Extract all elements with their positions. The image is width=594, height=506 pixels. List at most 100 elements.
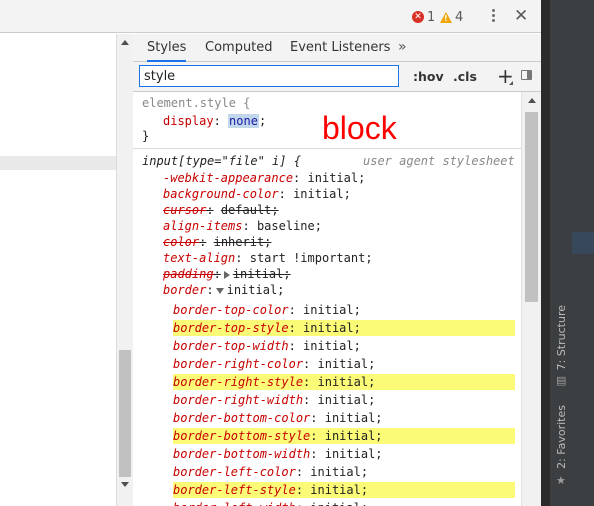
selected-node-row[interactable] xyxy=(0,156,116,170)
longhand-row[interactable]: border-left-style: initial; xyxy=(173,482,515,498)
property-value[interactable]: initial; xyxy=(310,501,368,506)
longhand-row[interactable]: border-top-width: initial; xyxy=(173,338,361,354)
more-options-icon[interactable] xyxy=(486,7,500,27)
longhand-row[interactable]: border-right-style: initial; xyxy=(173,374,515,390)
property-name[interactable]: border-left-width xyxy=(173,501,296,506)
toggle-sidebar-icon[interactable] xyxy=(521,70,532,80)
property-name[interactable]: border-right-color xyxy=(173,357,303,371)
devtools-toolbar: ✕ 1 ! 4 ✕ xyxy=(0,0,541,33)
declaration-row[interactable]: text-align: start !important; xyxy=(163,250,373,266)
scrollbar-thumb[interactable] xyxy=(525,112,538,302)
warning-icon: ! xyxy=(440,11,452,23)
property-value[interactable]: default; xyxy=(221,203,279,217)
property-value[interactable]: initial; xyxy=(303,321,361,335)
property-value[interactable]: initial; xyxy=(310,483,368,497)
declaration-row[interactable]: color: inherit; xyxy=(163,234,271,250)
annotation-text: block xyxy=(322,110,397,146)
styles-scrollbar[interactable] xyxy=(521,92,541,506)
property-name[interactable]: border-top-color xyxy=(173,303,289,317)
rule-source-link[interactable]: user agent stylesheet xyxy=(363,153,515,169)
property-name[interactable]: border-top-width xyxy=(173,339,289,353)
styles-filter-bar: :hov .cls + xyxy=(133,62,541,92)
property-value[interactable]: initial; xyxy=(308,171,366,185)
expand-icon[interactable] xyxy=(223,270,230,279)
property-value[interactable]: initial; xyxy=(318,375,376,389)
element-style-close: } xyxy=(142,129,150,143)
property-value[interactable]: initial; xyxy=(303,303,361,317)
declaration-row[interactable]: -webkit-appearance: initial; xyxy=(163,170,365,186)
element-style-declaration[interactable]: display: none; xyxy=(163,113,266,129)
property-value[interactable]: initial; xyxy=(293,187,351,201)
scrollbar-thumb[interactable] xyxy=(119,350,131,477)
declaration-row[interactable]: cursor: default; xyxy=(163,202,279,218)
property-value[interactable]: initial; xyxy=(318,357,376,371)
property-name[interactable]: border-bottom-color xyxy=(173,411,310,425)
favorites-tool-button[interactable]: 2: Favorites xyxy=(555,405,568,469)
property-value[interactable]: inherit; xyxy=(214,235,272,249)
property-value[interactable]: start !important; xyxy=(250,251,373,265)
property-name[interactable]: display xyxy=(163,114,214,128)
property-value[interactable]: initial; xyxy=(303,339,361,353)
close-icon[interactable]: ✕ xyxy=(514,5,528,27)
declaration-row[interactable]: border: initial; xyxy=(163,282,284,298)
longhand-row[interactable]: border-right-width: initial; xyxy=(173,392,375,408)
more-tabs-icon[interactable]: » xyxy=(398,34,406,61)
property-value[interactable]: baseline; xyxy=(257,219,322,233)
property-name[interactable]: border-right-width xyxy=(173,393,303,407)
structure-tool-button[interactable]: 7: Structure xyxy=(555,305,568,370)
longhand-row[interactable]: border-top-style: initial; xyxy=(173,320,515,336)
filter-input[interactable] xyxy=(139,65,399,87)
property-value[interactable]: initial; xyxy=(227,283,285,297)
scroll-up-icon[interactable] xyxy=(121,40,129,45)
warnings-counter[interactable]: ! 4 xyxy=(440,9,463,25)
active-tool-marker xyxy=(572,232,594,254)
ide-tool-strip: 7: Structure 2: Favorites xyxy=(541,0,594,506)
longhand-row[interactable]: border-left-color: initial; xyxy=(173,464,368,480)
property-name[interactable]: border-bottom-width xyxy=(173,447,310,461)
scroll-down-icon[interactable] xyxy=(121,482,129,487)
property-value[interactable]: initial; xyxy=(318,393,376,407)
longhand-row[interactable]: border-left-width: initial; xyxy=(173,500,368,506)
hov-toggle[interactable]: :hov xyxy=(413,69,444,84)
property-value[interactable]: initial; xyxy=(233,267,291,281)
property-value[interactable]: initial; xyxy=(325,411,383,425)
longhand-row[interactable]: border-bottom-width: initial; xyxy=(173,446,383,462)
declaration-row[interactable]: background-color: initial; xyxy=(163,186,351,202)
property-value[interactable]: initial; xyxy=(310,465,368,479)
property-name[interactable]: border-right-style xyxy=(173,375,303,389)
element-style-selector: element.style { xyxy=(142,96,251,110)
new-rule-menu-icon[interactable] xyxy=(509,81,513,85)
property-name[interactable]: padding xyxy=(163,267,214,281)
tab-computed[interactable]: Computed xyxy=(205,34,273,61)
property-value[interactable]: initial; xyxy=(325,447,383,461)
structure-icon: ▤ xyxy=(556,374,567,387)
cls-toggle[interactable]: .cls xyxy=(453,69,477,84)
declaration-row[interactable]: padding: initial; xyxy=(163,266,291,282)
property-name[interactable]: border xyxy=(163,283,206,297)
longhand-row[interactable]: border-right-color: initial; xyxy=(173,356,375,372)
longhand-row[interactable]: border-bottom-color: initial; xyxy=(173,410,383,426)
property-name[interactable]: border-left-color xyxy=(173,465,296,479)
property-value-editing[interactable]: none xyxy=(228,114,259,128)
tab-styles[interactable]: Styles xyxy=(147,34,187,62)
collapse-icon[interactable] xyxy=(215,287,224,294)
elements-scrollbar[interactable] xyxy=(116,34,133,506)
property-name[interactable]: background-color xyxy=(163,187,279,201)
property-value[interactable]: initial; xyxy=(325,429,383,443)
scroll-up-icon[interactable] xyxy=(528,98,536,103)
errors-counter[interactable]: ✕ 1 xyxy=(412,9,435,25)
property-name[interactable]: border-top-style xyxy=(173,321,289,335)
property-name[interactable]: align-items xyxy=(163,219,242,233)
property-name[interactable]: cursor xyxy=(163,203,206,217)
property-name[interactable]: -webkit-appearance xyxy=(163,171,293,185)
property-name[interactable]: border-left-style xyxy=(173,483,296,497)
sidebar-tabs: Styles Computed Event Listeners » xyxy=(133,34,541,62)
declaration-row[interactable]: align-items: baseline; xyxy=(163,218,322,234)
tab-event-listeners[interactable]: Event Listeners xyxy=(290,34,390,61)
styles-pane: element.style { display: none; } input[t… xyxy=(133,92,521,506)
property-name[interactable]: text-align xyxy=(163,251,235,265)
longhand-row[interactable]: border-bottom-style: initial; xyxy=(173,428,515,444)
property-name[interactable]: color xyxy=(163,235,199,249)
longhand-row[interactable]: border-top-color: initial; xyxy=(173,302,361,318)
property-name[interactable]: border-bottom-style xyxy=(173,429,310,443)
